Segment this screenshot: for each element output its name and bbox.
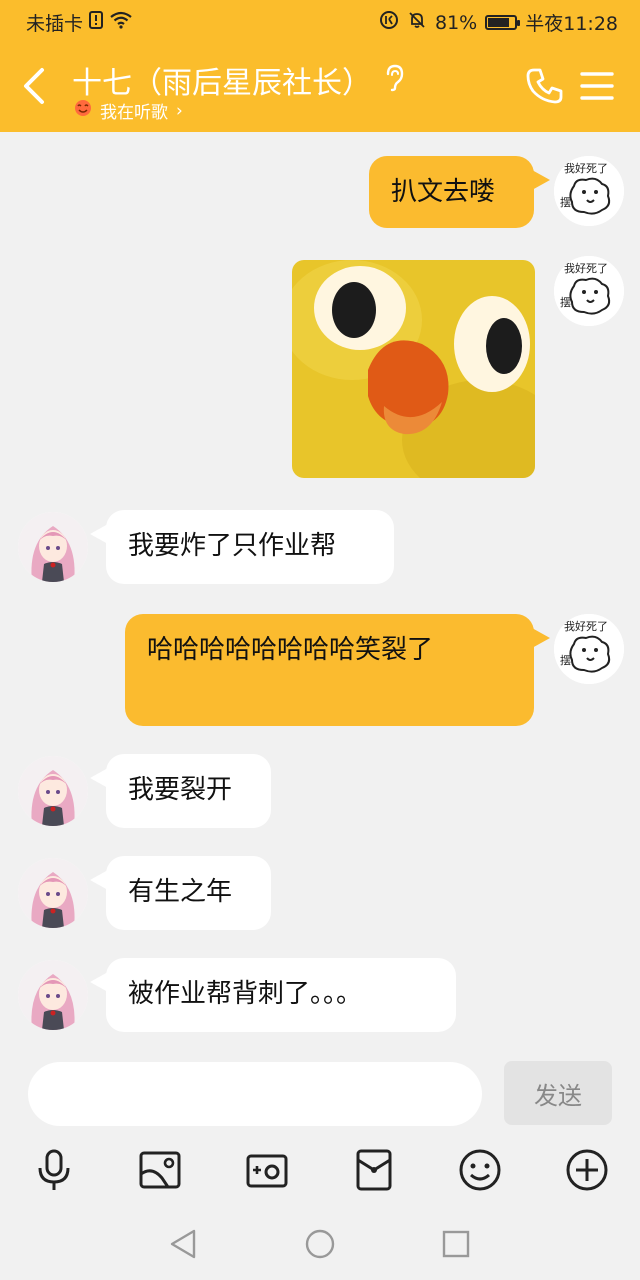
anime-girl-avatar-icon [18, 858, 88, 928]
my-avatar[interactable]: 我好死了摆 [554, 256, 624, 326]
mute-bell-icon [407, 10, 427, 35]
chat-header: 未插卡 81% 半夜11:28 十七（雨后星辰社长） 我在听歌 › [0, 0, 640, 132]
carrier-label: 未插卡 [26, 13, 84, 35]
svg-text:我好死了: 我好死了 [564, 161, 608, 175]
input-toolbar [0, 1148, 640, 1198]
yellow-duck-face-icon [292, 260, 535, 478]
contact-avatar[interactable] [18, 960, 88, 1030]
image-icon [139, 1151, 181, 1189]
doodle-avatar-icon: 我好死了摆 [554, 614, 624, 684]
message-text: 我要炸了只作业帮 [128, 531, 337, 561]
bubble-tail [532, 628, 550, 648]
message-text: 我要裂开 [128, 775, 233, 805]
plus-button[interactable] [565, 1148, 609, 1192]
nav-home-button[interactable] [304, 1228, 336, 1264]
message-list[interactable]: 我好死了摆 扒文去喽 我好死了摆 我要炸了只作业帮 我好死了摆 哈哈哈哈哈哈哈哈… [0, 132, 640, 1050]
back-triangle-icon [170, 1229, 196, 1259]
nav-recents-button[interactable] [442, 1230, 470, 1262]
camera-icon [246, 1154, 288, 1188]
input-bar: 发送 [0, 1050, 640, 1148]
emoji-button[interactable] [458, 1148, 502, 1192]
message-bubble-incoming[interactable]: 我要炸了只作业帮 [106, 510, 394, 584]
status-time: 半夜11:28 [525, 13, 618, 35]
red-packet-icon [356, 1149, 392, 1191]
wifi-icon [109, 11, 133, 34]
contact-avatar[interactable] [18, 512, 88, 582]
menu-icon [580, 72, 614, 100]
menu-button[interactable] [580, 70, 614, 106]
system-navigation-bar [0, 1212, 640, 1280]
plus-icon [566, 1149, 608, 1191]
message-bubble-incoming[interactable]: 被作业帮背刺了。。。 [106, 958, 456, 1032]
message-bubble-outgoing[interactable]: 哈哈哈哈哈哈哈哈笑裂了 [125, 614, 534, 726]
bubble-tail [532, 170, 550, 190]
chat-title[interactable]: 十七（雨后星辰社长） [72, 58, 372, 102]
recent-square-icon [442, 1230, 470, 1258]
anime-girl-avatar-icon [18, 756, 88, 826]
message-bubble-incoming[interactable]: 有生之年 [106, 856, 271, 930]
music-emoji-icon [74, 99, 92, 122]
doodle-avatar-icon: 我好死了摆 [554, 256, 624, 326]
message-text: 哈哈哈哈哈哈哈哈笑裂了 [147, 635, 434, 665]
status-text: 我在听歌 [100, 103, 168, 123]
duck-sticker-image[interactable] [292, 260, 535, 478]
svg-text:摆: 摆 [560, 295, 571, 309]
contact-avatar[interactable] [18, 756, 88, 826]
data-saver-icon [379, 10, 399, 35]
title-bar: 十七（雨后星辰社长） 我在听歌 › [0, 52, 640, 124]
chevron-right-icon: › [176, 100, 183, 121]
microphone-button[interactable] [32, 1148, 76, 1192]
phone-icon [526, 68, 563, 104]
contact-avatar[interactable] [18, 858, 88, 928]
svg-text:摆: 摆 [560, 195, 571, 209]
red-packet-button[interactable] [352, 1148, 396, 1192]
message-bubble-incoming[interactable]: 我要裂开 [106, 754, 271, 828]
back-button[interactable] [20, 66, 54, 106]
battery-percent: 81% [435, 11, 478, 34]
message-text: 有生之年 [128, 877, 233, 907]
svg-text:我好死了: 我好死了 [564, 619, 608, 633]
battery-icon [485, 15, 521, 30]
battery-fill [488, 18, 510, 27]
my-avatar[interactable]: 我好死了摆 [554, 614, 624, 684]
anime-girl-avatar-icon [18, 512, 88, 582]
svg-text:摆: 摆 [560, 653, 571, 667]
sim-alert-icon [89, 11, 104, 34]
chevron-left-icon [24, 68, 44, 104]
status-subtitle[interactable]: 我在听歌 › [74, 98, 183, 123]
send-button[interactable]: 发送 [504, 1061, 612, 1125]
phone-call-button[interactable] [524, 66, 564, 110]
message-text: 被作业帮背刺了。。。 [128, 979, 363, 1009]
message-text: 扒文去喽 [391, 177, 496, 207]
ear-icon [382, 64, 406, 96]
anime-girl-avatar-icon [18, 960, 88, 1030]
message-input[interactable] [28, 1062, 482, 1126]
message-bubble-outgoing[interactable]: 扒文去喽 [369, 156, 534, 228]
my-avatar[interactable]: 我好死了摆 [554, 156, 624, 226]
microphone-icon [38, 1149, 70, 1190]
image-button[interactable] [138, 1148, 182, 1192]
camera-button[interactable] [245, 1148, 289, 1192]
home-circle-icon [305, 1229, 335, 1259]
svg-text:我好死了: 我好死了 [564, 261, 608, 275]
emoji-icon [459, 1149, 501, 1191]
doodle-avatar-icon: 我好死了摆 [554, 156, 624, 226]
nav-back-button[interactable] [168, 1228, 198, 1264]
status-bar: 未插卡 81% 半夜11:28 [0, 0, 640, 44]
